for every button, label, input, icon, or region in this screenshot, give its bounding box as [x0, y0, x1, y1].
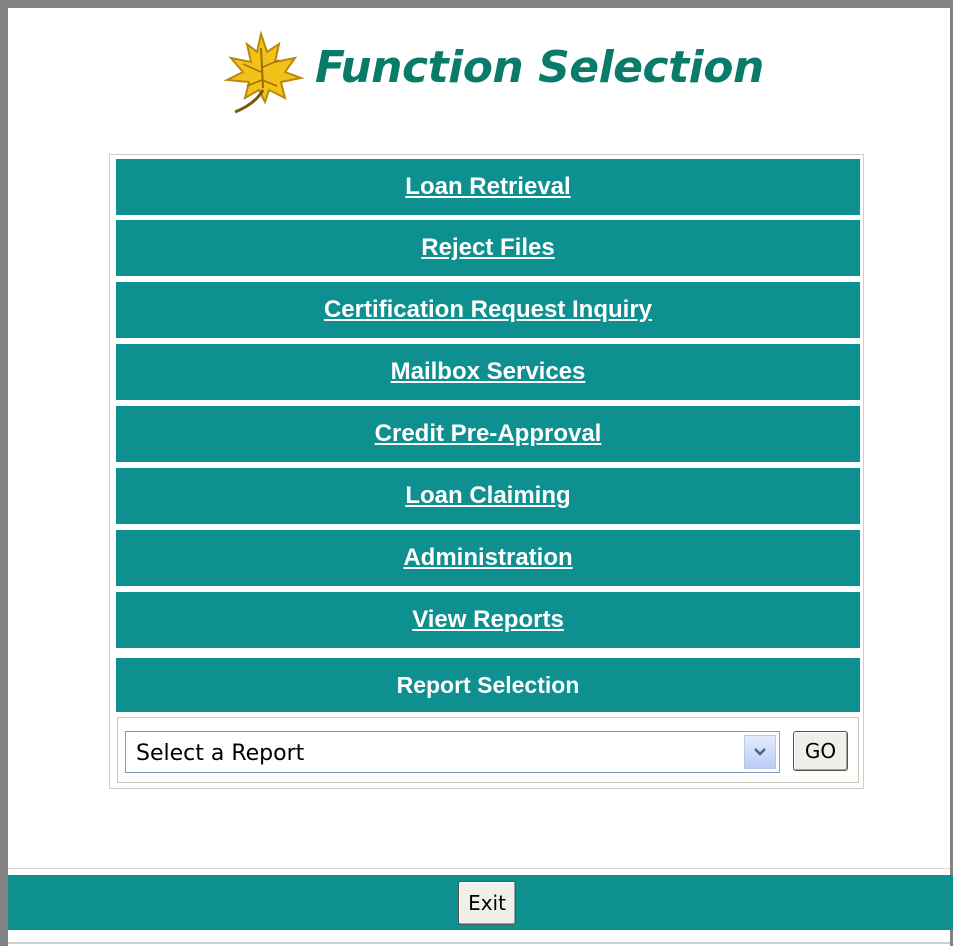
certification-request-inquiry-link[interactable]: Certification Request Inquiry	[324, 296, 652, 324]
window-frame-left	[0, 0, 8, 946]
report-select-value: Select a Report	[136, 741, 305, 766]
report-selection-header: Report Selection	[116, 658, 860, 712]
menu-row-reject-files: Reject Files	[116, 220, 860, 276]
bottom-divider	[8, 942, 950, 944]
menu-row-loan-claiming: Loan Claiming	[116, 468, 860, 524]
go-button[interactable]: GO	[793, 731, 848, 771]
report-select[interactable]: Select a Report	[125, 731, 780, 773]
window-frame-top	[0, 0, 953, 8]
loan-retrieval-link[interactable]: Loan Retrieval	[405, 173, 570, 201]
menu-row-view-reports: View Reports	[116, 592, 860, 648]
loan-claiming-link[interactable]: Loan Claiming	[405, 482, 570, 510]
credit-pre-approval-link[interactable]: Credit Pre-Approval	[375, 420, 602, 448]
menu-row-mailbox-services: Mailbox Services	[116, 344, 860, 400]
mailbox-services-link[interactable]: Mailbox Services	[391, 358, 586, 386]
maple-leaf-icon	[215, 28, 307, 116]
menu-row-certification-request-inquiry: Certification Request Inquiry	[116, 282, 860, 338]
exit-button[interactable]: Exit	[458, 881, 516, 925]
chevron-down-icon[interactable]	[744, 735, 776, 769]
administration-link[interactable]: Administration	[403, 544, 572, 572]
view-reports-link[interactable]: View Reports	[412, 606, 564, 634]
footer-divider	[8, 868, 950, 869]
page-title: Function Selection	[315, 42, 764, 93]
menu-row-credit-pre-approval: Credit Pre-Approval	[116, 406, 860, 462]
page-header: Function Selection	[215, 28, 775, 116]
menu-row-administration: Administration	[116, 530, 860, 586]
menu-row-loan-retrieval: Loan Retrieval	[116, 159, 860, 215]
report-selection-title: Report Selection	[396, 671, 580, 698]
reject-files-link[interactable]: Reject Files	[421, 234, 554, 262]
